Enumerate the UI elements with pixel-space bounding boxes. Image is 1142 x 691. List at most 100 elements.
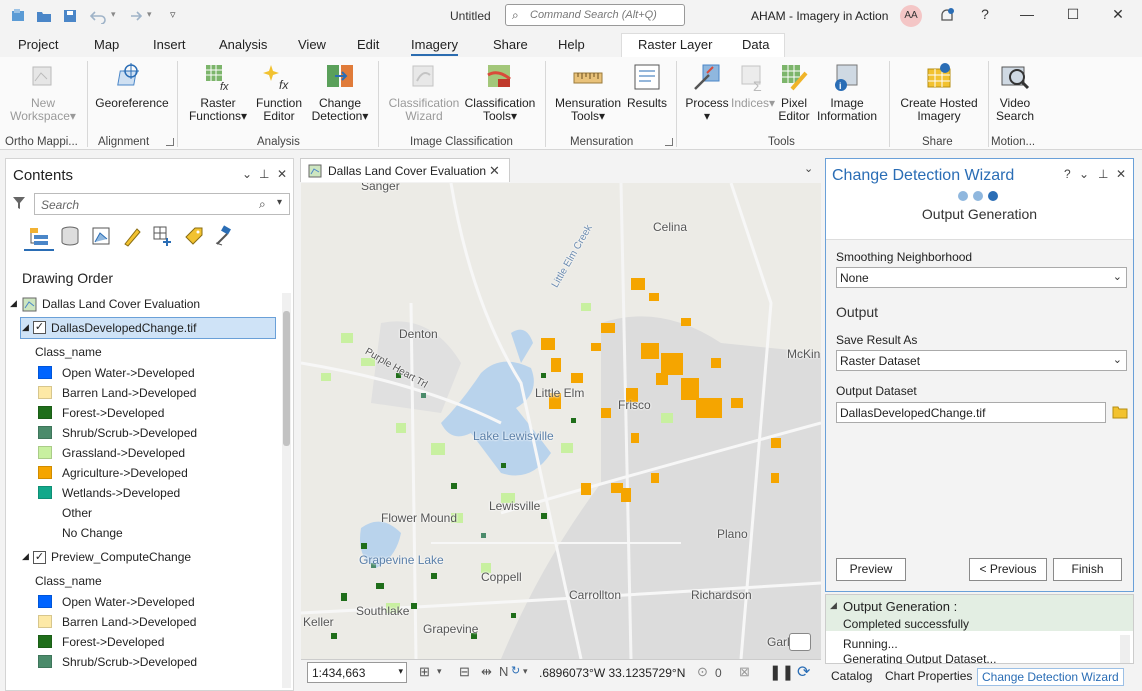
measure-icon[interactable]: ⇹ <box>481 664 492 680</box>
tab-data[interactable]: Data <box>742 37 769 52</box>
open-project-icon[interactable] <box>36 8 52 24</box>
map-view-tab[interactable]: Dallas Land Cover Evaluation ✕ <box>300 158 510 182</box>
smoothing-select[interactable]: None ⌄ <box>836 267 1127 288</box>
close-pane-icon[interactable]: ✕ <box>277 167 287 181</box>
avatar[interactable]: AA <box>900 5 922 27</box>
pane-options-icon[interactable]: ⌄ <box>1079 167 1089 181</box>
previous-button[interactable]: < Previous <box>969 558 1047 581</box>
tab-insert[interactable]: Insert <box>153 37 186 52</box>
pin-icon[interactable]: ⊥ <box>1098 167 1108 181</box>
change-detection-button[interactable]: Change Detection▾ <box>310 61 370 123</box>
preview-button[interactable]: Preview <box>836 558 906 581</box>
undo-dropdown-icon[interactable]: ▾ <box>111 9 116 20</box>
search-input[interactable]: Search ⌕ ▾ <box>34 193 290 215</box>
close-button[interactable]: ✕ <box>1108 6 1128 23</box>
customize-toolbar-icon[interactable]: ▿ <box>170 8 176 21</box>
create-hosted-imagery-button[interactable]: Create Hosted Imagery <box>896 61 982 123</box>
list-by-source-icon[interactable] <box>59 225 81 247</box>
save-icon[interactable] <box>62 8 78 24</box>
collapse-icon[interactable]: ◢ <box>22 322 29 333</box>
new-workspace-button[interactable]: New Workspace▾ <box>8 61 78 123</box>
tab-view[interactable]: View <box>298 37 326 52</box>
command-search-input[interactable]: ⌕ Command Search (Alt+Q) <box>505 4 685 26</box>
help-icon[interactable]: ? <box>975 6 995 22</box>
tab-share[interactable]: Share <box>493 37 528 52</box>
refresh-icon[interactable]: ⟳ <box>797 662 810 682</box>
collapse-icon[interactable]: ◢ <box>22 551 29 562</box>
pane-options-icon[interactable]: ⌄ <box>242 167 252 181</box>
video-search-button[interactable]: Video Search <box>994 61 1036 123</box>
georeference-button[interactable]: Georeference <box>92 61 172 110</box>
function-editor-button[interactable]: fx Function Editor <box>252 61 306 123</box>
search-options-icon[interactable]: ▾ <box>277 197 282 208</box>
mensuration-tools-button[interactable]: Mensuration Tools▾ <box>552 61 624 123</box>
notification-bell-icon[interactable] <box>938 7 956 25</box>
layer-visibility-checkbox[interactable]: ✓ <box>33 551 46 564</box>
redo-dropdown-icon[interactable]: ▾ <box>147 9 152 20</box>
tab-help[interactable]: Help <box>558 37 585 52</box>
grid-icon[interactable]: ⊟ <box>459 664 470 680</box>
chevron-down-icon[interactable]: ▾ <box>523 666 528 677</box>
map-tab-options-icon[interactable]: ⌄ <box>804 162 813 175</box>
raster-functions-button[interactable]: fx Raster Functions▾ <box>184 61 252 123</box>
undo-icon[interactable] <box>90 8 106 24</box>
layer-name[interactable]: DallasDevelopedChange.tif <box>51 321 196 335</box>
tab-analysis[interactable]: Analysis <box>219 37 267 52</box>
tab-project[interactable]: Project <box>18 37 58 52</box>
scrollbar-thumb[interactable] <box>283 311 290 446</box>
messages-scrollbar[interactable] <box>1120 635 1130 663</box>
indices-button[interactable]: Σ Indices▾ <box>731 61 775 110</box>
drawing-order-icon[interactable] <box>28 225 50 247</box>
layer-name[interactable]: Preview_ComputeChange <box>51 550 191 564</box>
list-by-labeling-icon[interactable] <box>183 225 205 247</box>
mensuration-launcher-icon[interactable] <box>665 138 673 146</box>
collapse-icon[interactable]: ◢ <box>830 600 837 611</box>
map-chat-icon[interactable] <box>789 633 811 651</box>
results-button[interactable]: Results <box>624 61 670 110</box>
pause-drawing-icon[interactable]: ❚❚ <box>769 663 794 681</box>
maximize-button[interactable]: ☐ <box>1063 6 1083 23</box>
pin-icon[interactable]: ⊥ <box>259 167 269 181</box>
output-dataset-input[interactable]: DallasDevelopedChange.tif <box>836 402 1106 423</box>
help-icon[interactable]: ? <box>1064 167 1071 181</box>
list-by-perspective-imagery-icon[interactable] <box>214 225 236 247</box>
map-canvas[interactable]: Sanger Celina Denton Little Elm Frisco L… <box>301 183 821 659</box>
classification-wizard-button[interactable]: Classification Wizard <box>386 61 462 123</box>
layer-visibility-checkbox[interactable]: ✓ <box>33 321 46 334</box>
alignment-launcher-icon[interactable] <box>166 138 174 146</box>
tab-map[interactable]: Map <box>94 37 119 52</box>
close-map-tab-icon[interactable]: ✕ <box>489 163 500 179</box>
tab-edit[interactable]: Edit <box>357 37 379 52</box>
list-by-editing-icon[interactable] <box>121 225 143 247</box>
filter-icon[interactable] <box>12 196 26 210</box>
tab-catalog[interactable]: Catalog <box>827 668 876 684</box>
close-pane-icon[interactable]: ✕ <box>1116 167 1126 181</box>
finish-button[interactable]: Finish <box>1053 558 1122 581</box>
classification-tools-button[interactable]: Classification Tools▾ <box>462 61 538 123</box>
north-arrow-icon[interactable]: N <box>499 664 508 679</box>
image-information-button[interactable]: i Image Information <box>814 61 880 123</box>
tab-raster-layer[interactable]: Raster Layer <box>638 37 712 52</box>
rotation-icon[interactable]: ↻ <box>511 664 520 677</box>
minimize-button[interactable]: — <box>1017 6 1037 22</box>
redo-icon[interactable] <box>126 8 142 24</box>
tab-imagery[interactable]: Imagery <box>411 37 458 56</box>
navigation-grid-icon[interactable]: ⊞ <box>419 664 430 680</box>
collapse-icon[interactable]: ◢ <box>10 298 17 309</box>
pixel-editor-button[interactable]: Pixel Editor <box>775 61 813 123</box>
list-by-snapping-icon[interactable] <box>152 225 174 247</box>
chevron-down-icon[interactable]: ▾ <box>437 666 442 677</box>
legend-label: Barren Land->Developed <box>62 386 197 400</box>
map-name[interactable]: Dallas Land Cover Evaluation <box>42 297 200 311</box>
scale-selector[interactable]: 1:434,663 ▾ <box>307 662 407 683</box>
tab-chart-properties[interactable]: Chart Properties <box>881 668 976 684</box>
tab-change-detection-wizard[interactable]: Change Detection Wizard <box>977 668 1124 686</box>
selected-features-icon[interactable]: ⊙ <box>697 664 708 680</box>
new-project-icon[interactable] <box>10 8 26 24</box>
map-label: Grapevine <box>423 622 479 636</box>
process-button[interactable]: Process ▾ <box>684 61 730 123</box>
list-by-selection-icon[interactable] <box>90 225 112 247</box>
save-result-select[interactable]: Raster Dataset ⌄ <box>836 350 1127 371</box>
snapping-icon[interactable]: ⊠ <box>739 664 750 680</box>
browse-folder-icon[interactable] <box>1112 405 1128 419</box>
